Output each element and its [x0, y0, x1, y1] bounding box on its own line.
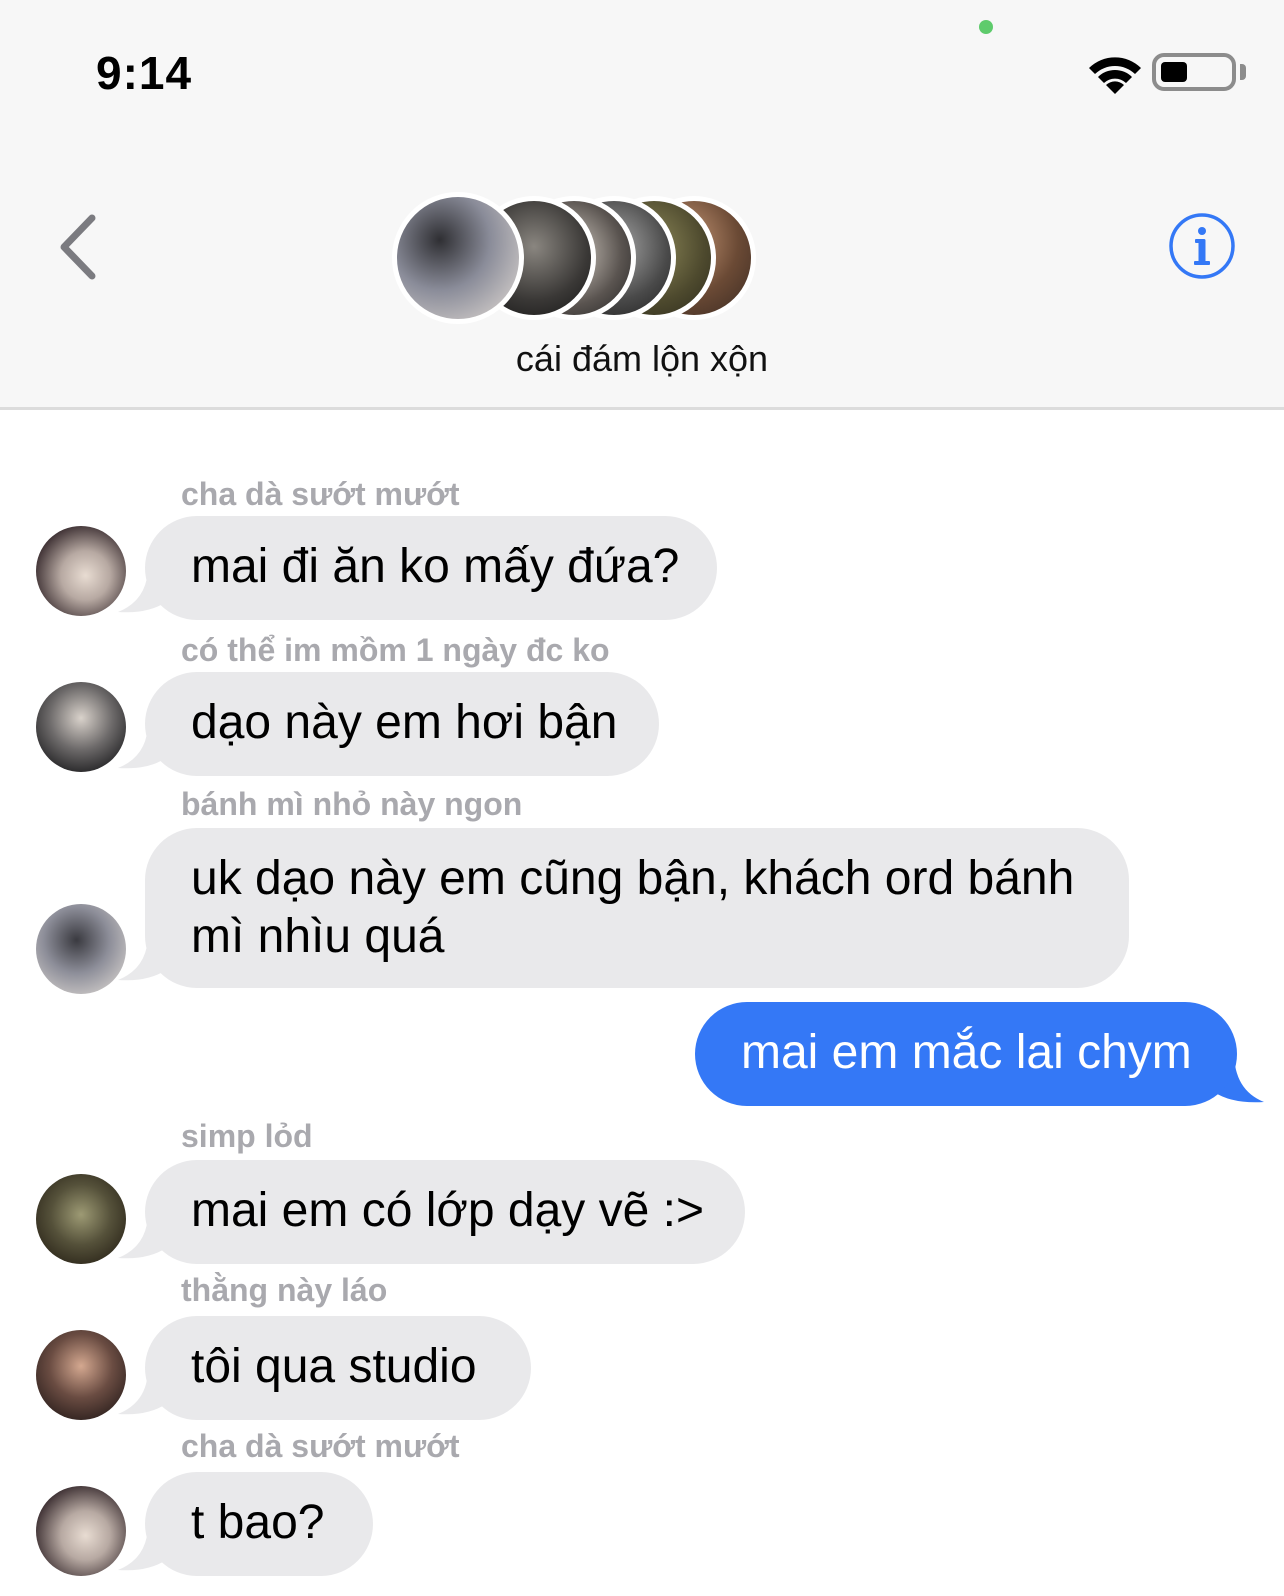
sender-name: bánh mì nhỏ này ngon: [181, 786, 523, 822]
message-bubble-outgoing[interactable]: mai em mắc lai chym: [695, 1002, 1237, 1106]
group-name[interactable]: cái đám lộn xộn: [0, 338, 1284, 380]
sender-name: cha dà sướt mướt: [181, 1428, 460, 1464]
message-bubble[interactable]: dạo này em hơi bận: [145, 672, 659, 776]
sender-avatar[interactable]: [36, 904, 126, 994]
back-chevron-icon[interactable]: [52, 212, 102, 282]
group-member-avatar: [392, 192, 524, 324]
sender-avatar[interactable]: [36, 1330, 126, 1420]
sender-name: simp lỏd: [181, 1118, 313, 1154]
message-text-line: mì nhìu quá: [191, 910, 445, 963]
battery-icon: [1152, 53, 1236, 91]
sender-name: thằng này láo: [181, 1272, 388, 1308]
sender-avatar[interactable]: [36, 682, 126, 772]
conversation-header: 9:14 cái đám lộn xộn: [0, 0, 1284, 410]
camera-indicator-dot: [979, 20, 993, 34]
message-bubble[interactable]: t bao?: [145, 1472, 373, 1576]
info-icon[interactable]: [1168, 212, 1236, 280]
status-time: 9:14: [96, 47, 193, 99]
message-bubble[interactable]: mai em có lớp dạy vẽ :>: [145, 1160, 745, 1264]
battery-level: [1161, 62, 1187, 82]
sender-avatar[interactable]: [36, 526, 126, 616]
group-avatar-stack[interactable]: [392, 192, 772, 326]
sender-name: cha dà sướt mướt: [181, 476, 460, 512]
wifi-icon: [1089, 57, 1141, 94]
message-bubble[interactable]: tôi qua studio: [145, 1316, 531, 1420]
message-bubble[interactable]: uk dạo này em cũng bận, khách ord bánh m…: [145, 828, 1129, 988]
message-bubble[interactable]: mai đi ăn ko mấy đứa?: [145, 516, 717, 620]
battery-cap: [1240, 64, 1246, 80]
sender-avatar[interactable]: [36, 1486, 126, 1576]
sender-name: có thể im mồm 1 ngày đc ko: [181, 632, 610, 668]
sender-avatar[interactable]: [36, 1174, 126, 1264]
message-text-line: uk dạo này em cũng bận, khách ord bánh: [191, 852, 1075, 905]
